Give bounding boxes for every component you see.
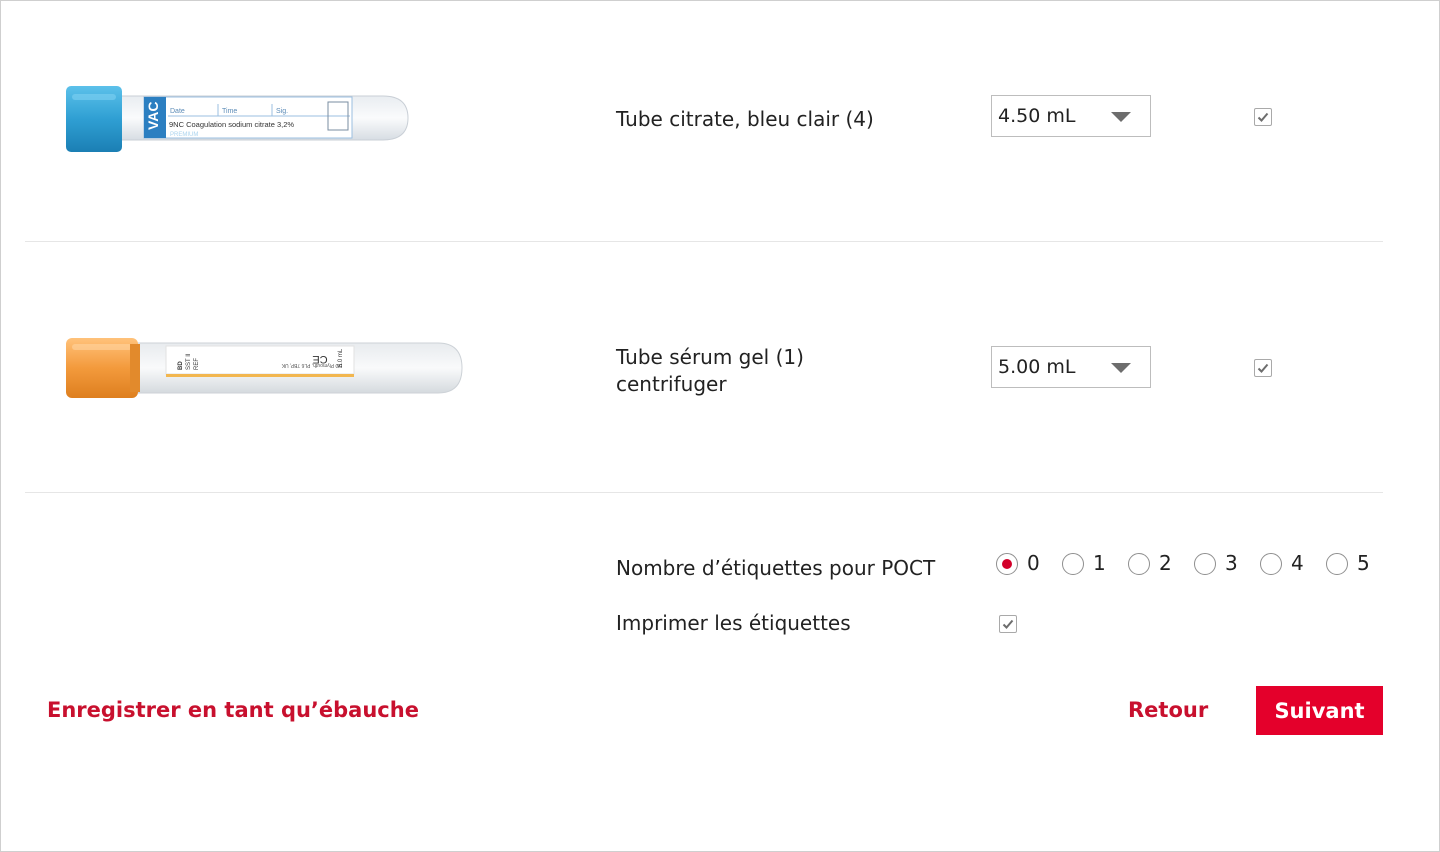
serum-gel-volume-value: 5.00 mL [998, 356, 1076, 378]
poct-option-label: 5 [1357, 551, 1370, 575]
check-icon [1257, 363, 1269, 373]
radio-icon[interactable] [1260, 553, 1282, 575]
back-link[interactable]: Retour [1128, 698, 1208, 722]
print-labels-label: Imprimer les étiquettes [616, 611, 851, 635]
serum-gel-volume-select[interactable]: 5.00 mL [991, 346, 1151, 388]
serum-code-text: SST II [186, 353, 192, 370]
radio-icon[interactable] [1326, 553, 1348, 575]
serum-size-text: 5.0 mL [338, 348, 344, 367]
poct-option-label: 0 [1027, 551, 1040, 575]
citrate-volume-value: 4.50 mL [998, 105, 1076, 127]
serum-brand-text: BD [178, 361, 184, 370]
serum-mark-text: CE [312, 353, 327, 365]
serum-gel-tube-image: BD SST II REF BD Plymouth, PL6 7BP, UK C… [66, 338, 463, 398]
check-icon [1257, 112, 1269, 122]
check-icon [1002, 619, 1014, 629]
chevron-down-icon [1111, 363, 1131, 373]
citrate-sig-text: Sig. [276, 108, 288, 115]
citrate-brand-text: VAC [145, 101, 161, 130]
radio-icon[interactable] [1194, 553, 1216, 575]
citrate-time-text: Time [222, 108, 237, 115]
poct-label: Nombre d’étiquettes pour POCT [616, 556, 936, 580]
poct-option-label: 2 [1159, 551, 1172, 575]
print-labels-checkbox[interactable] [999, 615, 1017, 633]
chevron-down-icon [1111, 112, 1131, 122]
citrate-select-checkbox[interactable] [1254, 108, 1272, 126]
citrate-date-text: Date [170, 108, 185, 115]
citrate-label-text: 9NC Coagulation sodium citrate 3,2% [169, 120, 294, 129]
radio-icon[interactable] [1128, 553, 1150, 575]
serum-gel-tube-name-line1: Tube sérum gel (1) [616, 345, 804, 369]
radio-icon[interactable] [1062, 553, 1084, 575]
radio-checked-icon[interactable] [996, 553, 1018, 575]
poct-option-label: 3 [1225, 551, 1238, 575]
citrate-volume-select[interactable]: 4.50 mL [991, 95, 1151, 137]
citrate-band-text: PREMIUM [170, 132, 198, 138]
citrate-tube-name: Tube citrate, bleu clair (4) [616, 107, 874, 131]
row-divider [25, 492, 1383, 493]
serum-maker-text: BD Plymouth, PL6 7BP, UK [281, 362, 342, 368]
serum-gel-tube-name: Tube sérum gel (1) centrifuger [616, 344, 804, 398]
serum-gel-select-checkbox[interactable] [1254, 359, 1272, 377]
poct-option-label: 4 [1291, 551, 1304, 575]
serum-ref-text: REF [194, 358, 200, 370]
save-draft-link[interactable]: Enregistrer en tant qu’ébauche [47, 698, 419, 722]
serum-gel-tube-name-line2: centrifuger [616, 372, 727, 396]
poct-option-label: 1 [1093, 551, 1106, 575]
citrate-tube-image: VAC Date Time Sig. 9NC Coagulation sodiu… [66, 86, 409, 152]
next-button[interactable]: Suivant [1256, 686, 1383, 735]
row-divider [25, 241, 1383, 242]
